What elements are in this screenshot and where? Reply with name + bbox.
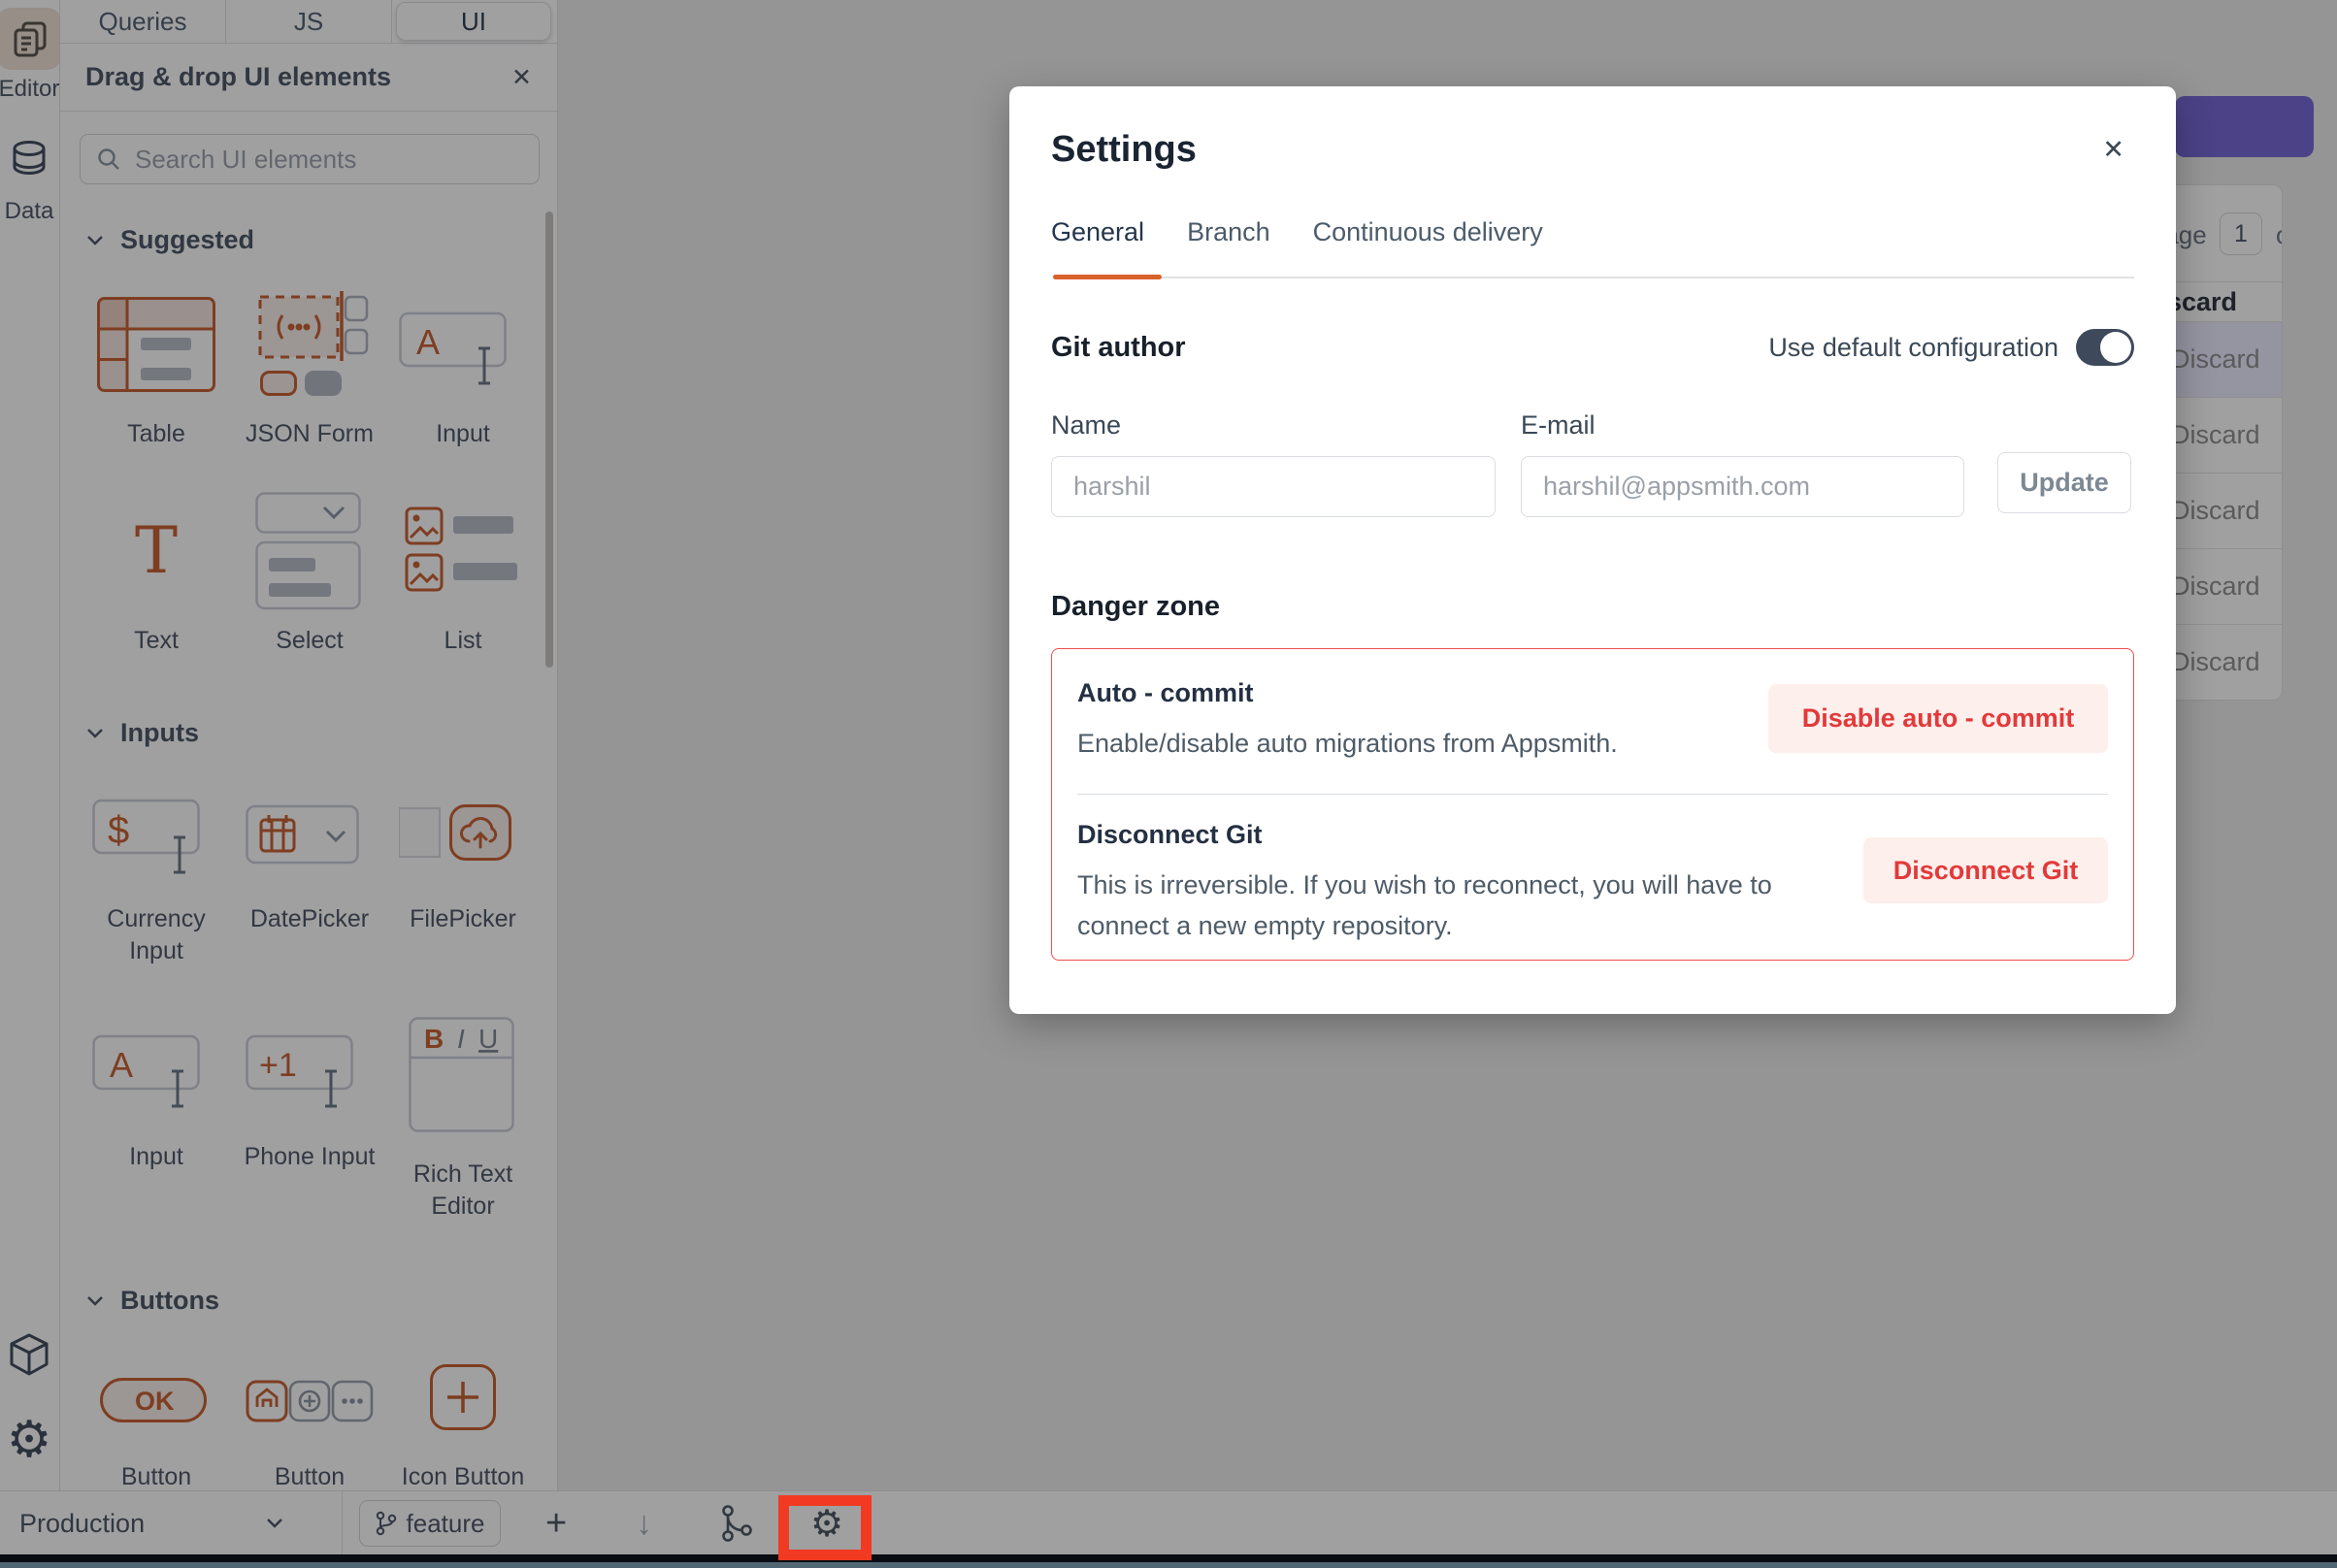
appsmith-editor-screen: Page 1 of Discard Discard Discard Discar… xyxy=(0,0,2337,1568)
annotation-highlight-rect xyxy=(778,1495,872,1560)
tab-branch[interactable]: Branch xyxy=(1187,217,1270,251)
use-default-config-toggle[interactable] xyxy=(2076,329,2134,366)
close-icon[interactable]: ✕ xyxy=(2102,135,2124,165)
toggle-knob xyxy=(2100,332,2131,363)
disconnect-git-description: This is irreversible. If you wish to rec… xyxy=(1077,866,1844,947)
modal-title: Settings xyxy=(1051,129,1197,171)
disconnect-git-title: Disconnect Git xyxy=(1077,820,1844,850)
update-button[interactable]: Update xyxy=(1997,452,2131,513)
git-settings-modal: Settings ✕ General Branch Continuous del… xyxy=(1009,86,2176,1014)
active-tab-indicator xyxy=(1053,275,1162,279)
disable-auto-commit-button[interactable]: Disable auto - commit xyxy=(1768,684,2108,753)
tab-underline xyxy=(1051,275,2134,280)
disconnect-git-button[interactable]: Disconnect Git xyxy=(1863,837,2108,903)
tab-general[interactable]: General xyxy=(1051,217,1144,251)
email-label: E-mail xyxy=(1521,410,1964,441)
settings-tabs: General Branch Continuous delivery xyxy=(1051,217,2134,251)
auto-commit-title: Auto - commit xyxy=(1077,678,1618,708)
use-default-config-label: Use default configuration xyxy=(1768,333,2058,363)
git-author-heading: Git author xyxy=(1051,332,1186,364)
name-field[interactable] xyxy=(1051,456,1496,517)
tab-continuous-delivery[interactable]: Continuous delivery xyxy=(1313,217,1543,251)
danger-zone-heading: Danger zone xyxy=(1051,591,2134,623)
name-label: Name xyxy=(1051,410,1496,441)
email-field[interactable] xyxy=(1521,456,1964,517)
danger-zone-box: Auto - commit Enable/disable auto migrat… xyxy=(1051,648,2134,961)
auto-commit-description: Enable/disable auto migrations from Apps… xyxy=(1077,724,1618,765)
